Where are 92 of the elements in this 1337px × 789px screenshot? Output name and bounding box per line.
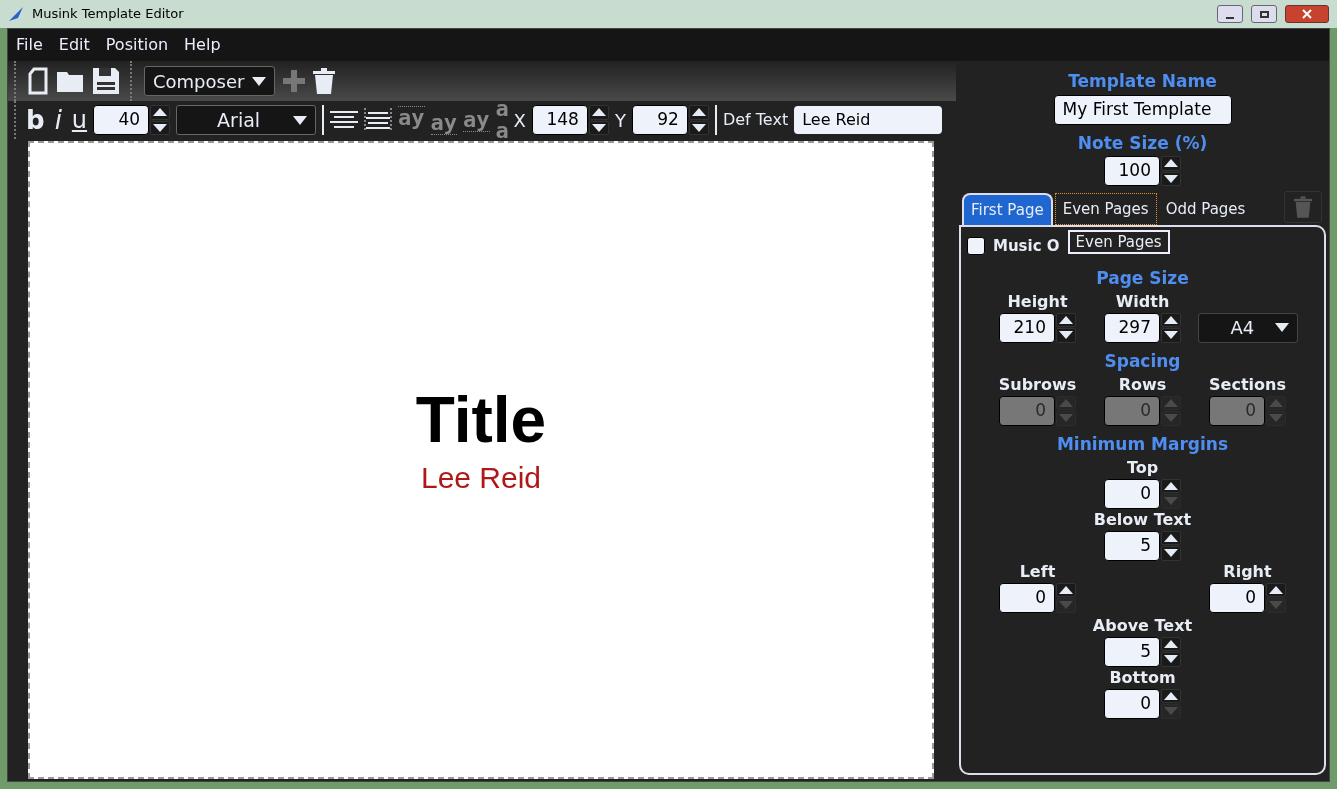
trash-icon	[1294, 196, 1312, 218]
field-label: Right	[1223, 560, 1272, 583]
close-icon	[1302, 9, 1312, 19]
def-text-label: Def Text	[722, 109, 789, 131]
spin-down-button[interactable]	[688, 120, 709, 135]
text-top-button[interactable]: ay	[398, 105, 425, 135]
page-tab[interactable]: First Page	[962, 193, 1053, 225]
align-center-icon[interactable]	[330, 109, 359, 131]
spin-up-button[interactable]	[1266, 582, 1286, 597]
text-middle-button[interactable]: ay	[463, 108, 490, 132]
spin-down-button[interactable]	[1056, 328, 1076, 343]
spin-down-button[interactable]	[1161, 171, 1181, 186]
field-label: Below Text	[1093, 508, 1192, 531]
underline-button[interactable]: u	[71, 108, 88, 132]
def-text-field[interactable]: Lee Reid	[794, 106, 943, 134]
caret-icon	[252, 76, 267, 86]
spin-up-button[interactable]	[688, 105, 709, 120]
checkbox[interactable]	[967, 237, 985, 256]
bold-button[interactable]: b	[26, 107, 45, 133]
checkbox-label: Music O	[993, 236, 1060, 257]
section-heading: Minimum Margins	[1056, 433, 1229, 454]
caret-icon	[1274, 323, 1289, 332]
field-label: Bottom	[1109, 666, 1176, 689]
spin-up-button[interactable]	[1056, 582, 1076, 597]
font-dropdown[interactable]: Arial	[176, 105, 317, 135]
folder-icon[interactable]	[56, 69, 84, 93]
number-field[interactable]: 5	[1104, 530, 1160, 561]
minimize-button[interactable]	[1217, 5, 1243, 23]
menu-item[interactable]: Edit	[58, 37, 90, 53]
align-middle-icon[interactable]	[364, 108, 393, 132]
field-label: Subrows	[998, 373, 1077, 396]
number-field[interactable]: 0	[999, 582, 1055, 613]
number-field[interactable]: 297	[1104, 312, 1160, 343]
spin-down-button[interactable]	[1161, 328, 1181, 343]
spin-up-button[interactable]	[1161, 156, 1181, 171]
caret-icon	[293, 115, 308, 125]
field-label: Sections	[1209, 373, 1286, 396]
composer-dropdown[interactable]: Composer	[144, 66, 276, 96]
number-field[interactable]: 0	[1104, 688, 1160, 719]
section-heading: Spacing	[1104, 350, 1181, 371]
subtitle-text[interactable]: Lee Reid	[420, 458, 542, 498]
section-heading: Page Size	[1096, 267, 1189, 288]
number-field[interactable]: 92	[631, 105, 688, 135]
number-field[interactable]: 40	[93, 105, 150, 135]
tooltip: Even Pages	[1067, 230, 1170, 255]
spin-up-button[interactable]	[1161, 312, 1181, 327]
page-tab[interactable]: Odd Pages	[1158, 193, 1253, 225]
spin-down-button[interactable]	[1161, 546, 1181, 561]
spin-up-button[interactable]	[1161, 478, 1181, 493]
window-title: Musink Template Editor	[32, 5, 184, 24]
trash-icon[interactable]	[313, 68, 336, 94]
spin-down-button[interactable]	[150, 120, 171, 135]
x-label: X	[513, 108, 526, 133]
field-label: Height	[1007, 290, 1068, 313]
close-button[interactable]	[1285, 5, 1329, 23]
menu-item[interactable]: Help	[184, 37, 221, 53]
number-field[interactable]: 0	[1104, 478, 1160, 509]
new-file-icon[interactable]	[28, 67, 48, 95]
text-bottom-button[interactable]: ay	[430, 105, 458, 135]
menu-item[interactable]: File	[16, 37, 43, 53]
spin-up-button[interactable]	[150, 105, 171, 120]
number-field[interactable]: 0	[1209, 582, 1265, 613]
field-label: Left	[1019, 560, 1056, 583]
field-label: Rows	[1118, 373, 1167, 396]
field-label: Top	[1126, 456, 1159, 479]
title-text[interactable]: Title	[415, 382, 547, 458]
paper-dropdown[interactable]: A4	[1197, 312, 1298, 343]
number-field[interactable]: 100	[1104, 156, 1160, 186]
spin-up-button[interactable]	[1056, 312, 1076, 327]
number-field[interactable]: 210	[999, 312, 1055, 343]
y-label: Y	[614, 108, 626, 133]
text-stacked-button[interactable]: a a	[495, 98, 508, 142]
page-tab[interactable]: Even Pages	[1054, 193, 1157, 225]
number-field[interactable]: 5	[1104, 636, 1160, 667]
plus-icon[interactable]	[283, 70, 306, 92]
number-field[interactable]: 148	[531, 105, 588, 135]
menu-item[interactable]: Position	[105, 37, 169, 53]
spin-up-button[interactable]	[1161, 688, 1181, 703]
quill-icon	[8, 6, 24, 22]
section-heading: Note Size (%)	[1077, 133, 1208, 153]
save-icon[interactable]	[92, 67, 120, 95]
spin-up-button[interactable]	[588, 105, 609, 120]
template-name-field[interactable]: My First Template	[1053, 95, 1232, 125]
spin-up-button[interactable]	[1161, 530, 1181, 545]
field-label: Width	[1115, 290, 1170, 313]
section-heading: Template Name	[1068, 70, 1217, 93]
spin-up-button[interactable]	[1161, 636, 1181, 651]
maximize-button[interactable]	[1251, 5, 1277, 23]
italic-button[interactable]: i	[50, 107, 66, 133]
spin-down-button[interactable]	[588, 120, 609, 135]
field-label: Above Text	[1092, 614, 1193, 637]
spin-down-button[interactable]	[1161, 652, 1181, 667]
